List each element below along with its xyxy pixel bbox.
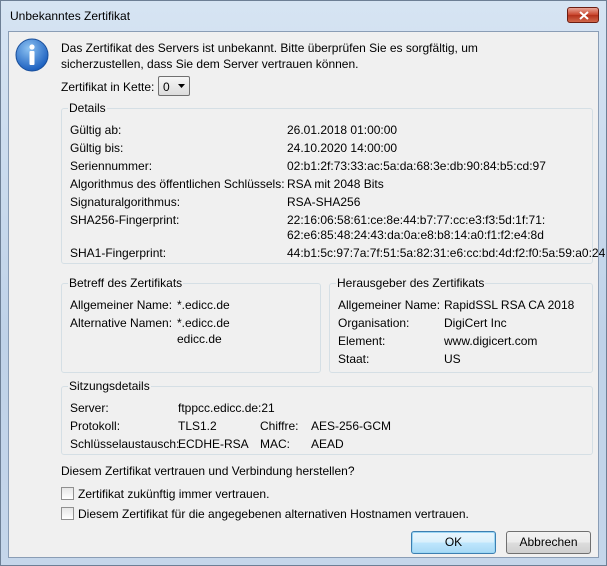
issuer-cn-label: Allgemeiner Name: [338, 298, 441, 312]
chevron-down-icon [178, 84, 185, 88]
always-trust-checkbox[interactable] [61, 487, 74, 500]
sig-algo-value: RSA-SHA256 [287, 195, 361, 209]
sha256-value-line1: 22:16:06:58:61:ce:8e:44:b7:77:cc:e3:f3:5… [287, 213, 546, 227]
title-bar[interactable]: Unbekanntes Zertifikat [1, 1, 606, 31]
always-trust-label[interactable]: Zertifikat zukünftig immer vertrauen. [78, 487, 269, 501]
subject-title: Betreff des Zertifikats [68, 276, 184, 290]
kex-value: ECDHE-RSA [178, 437, 249, 451]
serial-label: Seriennummer: [70, 159, 153, 173]
window-title: Unbekanntes Zertifikat [10, 9, 131, 23]
alt-hosts-checkbox[interactable] [61, 507, 74, 520]
subject-cn-label: Allgemeiner Name: [70, 298, 173, 312]
issuer-org-label: Organisation: [338, 316, 410, 330]
cipher-value: AES-256-GCM [311, 419, 392, 433]
ok-button[interactable]: OK [411, 531, 496, 554]
chain-select[interactable]: 0 [158, 76, 190, 96]
subject-cn-value: *.edicc.de [177, 298, 230, 312]
issuer-title: Herausgeber des Zertifikats [336, 276, 486, 290]
trust-question: Diesem Zertifikat vertrauen und Verbindu… [61, 464, 355, 478]
subject-group: Betreff des Zertifikats Allgemeiner Name… [61, 276, 321, 373]
details-group: Details Gültig ab: 26.01.2018 01:00:00 G… [61, 101, 605, 264]
valid-to-value: 24.10.2020 14:00:00 [287, 141, 398, 155]
sha256-label: SHA256-Fingerprint: [70, 213, 180, 227]
mac-label: MAC: [260, 437, 290, 451]
server-value: ftppcc.edicc.de:21 [178, 401, 275, 415]
issuer-org-value: DigiCert Inc [444, 316, 507, 330]
message-text: Das Zertifikat des Servers ist unbekannt… [61, 41, 478, 71]
serial-value: 02:b1:2f:73:33:ac:5a:da:68:3e:db:90:84:b… [287, 159, 546, 173]
valid-to-label: Gültig bis: [70, 141, 124, 155]
sha1-label: SHA1-Fingerprint: [70, 246, 167, 260]
details-title: Details [68, 101, 107, 115]
info-icon [15, 38, 49, 72]
issuer-state-value: US [444, 352, 461, 366]
issuer-cn-value: RapidSSL RSA CA 2018 [444, 298, 575, 312]
issuer-element-value: www.digicert.com [444, 334, 538, 348]
certificate-dialog: Unbekanntes Zertifikat Das Zertifikat de… [0, 0, 607, 566]
alt-hosts-label[interactable]: Diesem Zertifikat für die angegebenen al… [78, 507, 469, 521]
protocol-label: Protokoll: [70, 419, 121, 433]
issuer-group: Herausgeber des Zertifikats Allgemeiner … [329, 276, 593, 373]
server-label: Server: [70, 401, 109, 415]
sha256-value-line2: 62:e6:85:48:24:43:da:0a:e8:b8:14:a0:f1:f… [287, 228, 544, 242]
close-button[interactable] [567, 7, 599, 23]
subject-alt-label: Alternative Namen: [70, 316, 173, 330]
pubkey-algo-value: RSA mit 2048 Bits [287, 177, 384, 191]
subject-alt-value-2: edicc.de [177, 332, 222, 346]
session-title: Sitzungsdetails [68, 379, 151, 393]
subject-alt-value-1: *.edicc.de [177, 316, 230, 330]
issuer-element-label: Element: [338, 334, 386, 348]
dialog-content: Das Zertifikat des Servers ist unbekannt… [8, 31, 605, 558]
cancel-button[interactable]: Abbrechen [506, 531, 591, 554]
close-icon [579, 11, 589, 20]
pubkey-algo-label: Algorithmus des öffentlichen Schlüssels: [70, 177, 285, 191]
issuer-state-label: Staat: [338, 352, 370, 366]
sig-algo-label: Signaturalgorithmus: [70, 195, 181, 209]
cipher-label: Chiffre: [260, 419, 299, 433]
valid-from-label: Gültig ab: [70, 123, 122, 137]
session-group: Sitzungsdetails Server: ftppcc.edicc.de:… [61, 379, 593, 455]
valid-from-value: 26.01.2018 01:00:00 [287, 123, 398, 137]
protocol-value: TLS1.2 [178, 419, 217, 433]
sha1-value: 44:b1:5c:97:7a:7f:51:5a:82:31:e6:cc:bd:4… [287, 246, 606, 260]
kex-label: Schlüsselaustausch: [70, 437, 180, 451]
chain-label: Zertifikat in Kette: [61, 80, 155, 94]
mac-value: AEAD [311, 437, 344, 451]
chain-value: 0 [163, 80, 170, 94]
